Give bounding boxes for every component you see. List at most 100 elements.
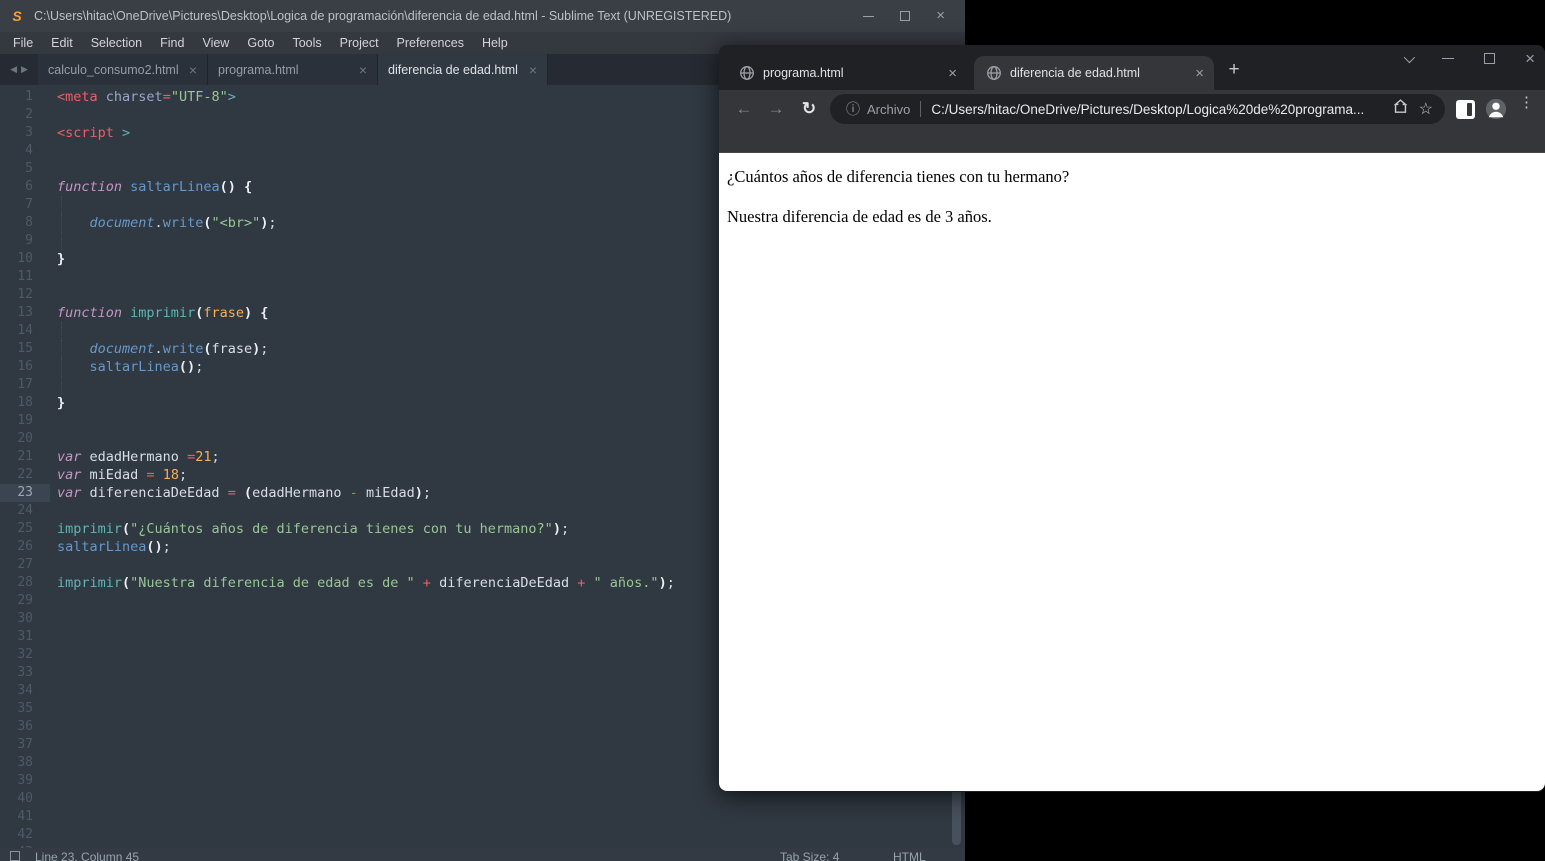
editor-tab[interactable]: programa.html × [208,54,378,85]
minimize-icon[interactable] [863,15,875,17]
address-bar[interactable]: ⓘ Archivo C:/Users/hitac/OneDrive/Pictur… [830,94,1445,124]
profile-avatar-icon[interactable] [1485,98,1507,120]
maximize-icon[interactable] [900,11,911,21]
page-output-line: ¿Cuántos años de diferencia tienes con t… [727,167,1070,186]
line-number: 35 [17,701,33,716]
code-line[interactable]: 40 [0,790,965,808]
editor-tab[interactable]: calculo_consumo2.html × [38,54,208,85]
line-number: 34 [17,683,33,698]
code-text: saltarLinea(); [57,539,171,555]
line-number: 9 [25,233,33,248]
line-number: 32 [17,647,33,662]
sublime-logo-icon: S [12,8,22,24]
line-number: 33 [17,665,33,680]
browser-menu-icon[interactable]: ⋮ [1519,95,1534,110]
line-number: 20 [17,431,33,446]
menu-selection[interactable]: Selection [82,34,151,52]
line-number: 41 [17,809,33,824]
indent-guide [61,322,62,340]
tab-label: diferencia de edad.html [1010,66,1140,80]
tab-close-icon[interactable]: × [359,62,367,78]
close-icon[interactable]: × [936,8,945,23]
line-number: 5 [25,161,33,176]
line-number: 36 [17,719,33,734]
code-text: function imprimir(frase) { [57,305,269,321]
tab-close-icon[interactable]: × [948,65,957,82]
line-number: 29 [17,593,33,608]
tab-close-icon[interactable]: × [529,62,537,78]
tab-label: programa.html [218,62,299,77]
menu-project[interactable]: Project [331,34,388,52]
code-text: document.write(frase); [89,341,269,357]
tab-close-icon[interactable]: × [1195,65,1204,82]
menu-find[interactable]: Find [151,34,193,52]
code-text: <script > [57,125,131,141]
menu-help[interactable]: Help [473,34,517,52]
new-tab-button[interactable]: + [1221,58,1247,84]
bookmark-star-icon[interactable]: ☆ [1419,99,1433,119]
line-number: 6 [25,179,33,194]
menu-view[interactable]: View [193,34,238,52]
browser-tab[interactable]: programa.html × [727,56,967,90]
side-panel-icon[interactable] [1456,100,1475,119]
menu-edit[interactable]: Edit [42,34,82,52]
line-number: 28 [17,575,33,590]
code-text: function saltarLinea() { [57,179,253,195]
url-scheme-label: Archivo [867,101,911,117]
line-number: 40 [17,791,33,806]
line-number: 2 [25,107,33,122]
globe-favicon-icon [740,66,754,80]
line-number: 3 [25,125,33,140]
indent-guide [61,232,62,250]
browser-tab[interactable]: diferencia de edad.html × [974,56,1214,90]
code-text: imprimir("¿Cuántos años de diferencia ti… [57,521,570,537]
back-button[interactable]: ← [731,99,757,119]
sublime-titlebar[interactable]: S C:\Users\hitac\OneDrive\Pictures\Deskt… [0,0,965,32]
line-number: 17 [17,377,33,392]
tab-close-icon[interactable]: × [189,62,197,78]
sublime-statusbar: Line 23, Column 45 Tab Size: 4 HTML [0,848,965,861]
menu-file[interactable]: File [4,34,42,52]
line-number: 23 [0,484,50,502]
line-number: 21 [17,449,33,464]
line-number: 13 [17,305,33,320]
url-text[interactable]: C:/Users/hitac/OneDrive/Pictures/Desktop… [931,102,1381,117]
line-number: 37 [17,737,33,752]
editor-tab[interactable]: diferencia de edad.html × [378,54,548,85]
menu-preferences[interactable]: Preferences [388,34,473,52]
page-info-icon[interactable]: ⓘ [846,99,860,119]
tab-size-indicator[interactable]: Tab Size: 4 [780,850,839,861]
line-number: 22 [17,467,33,482]
line-number: 25 [17,521,33,536]
chrome-toolbar: ← → ↻ ⓘ Archivo C:/Users/hitac/OneDrive/… [719,90,1545,153]
line-number: 30 [17,611,33,626]
minimize-icon[interactable] [1442,57,1455,60]
line-number: 31 [17,629,33,644]
code-line[interactable]: 42 [0,826,965,844]
share-icon[interactable] [1392,98,1409,120]
tab-label: programa.html [763,66,844,80]
close-icon[interactable]: × [1525,50,1535,67]
reload-button[interactable]: ↻ [796,99,822,119]
menu-goto[interactable]: Goto [238,34,283,52]
line-number: 39 [17,773,33,788]
browser-page-content: ¿Cuántos años de diferencia tienes con t… [719,153,1545,791]
chrome-tabstrip: + × programa.html × diferencia de edad.ht… [719,45,1545,90]
line-number: 38 [17,755,33,770]
tab-scroll-left-icon[interactable]: ◀ [10,64,17,75]
line-number: 8 [25,215,33,230]
maximize-icon[interactable] [1484,53,1496,64]
menu-tools[interactable]: Tools [283,34,330,52]
tab-scroll-right-icon[interactable]: ▶ [21,64,28,75]
syntax-indicator[interactable]: HTML [893,850,926,861]
forward-button[interactable]: → [763,99,789,119]
code-text: var edadHermano =21; [57,449,220,465]
line-number: 1 [25,89,33,104]
tab-label: diferencia de edad.html [388,62,518,77]
chrome-window: + × programa.html × diferencia de edad.ht… [719,45,1545,792]
tab-search-icon[interactable] [1403,51,1416,63]
code-line[interactable]: 41 [0,808,965,826]
line-number: 12 [17,287,33,302]
vim-mode-icon[interactable] [10,851,20,861]
line-number: 18 [17,395,33,410]
